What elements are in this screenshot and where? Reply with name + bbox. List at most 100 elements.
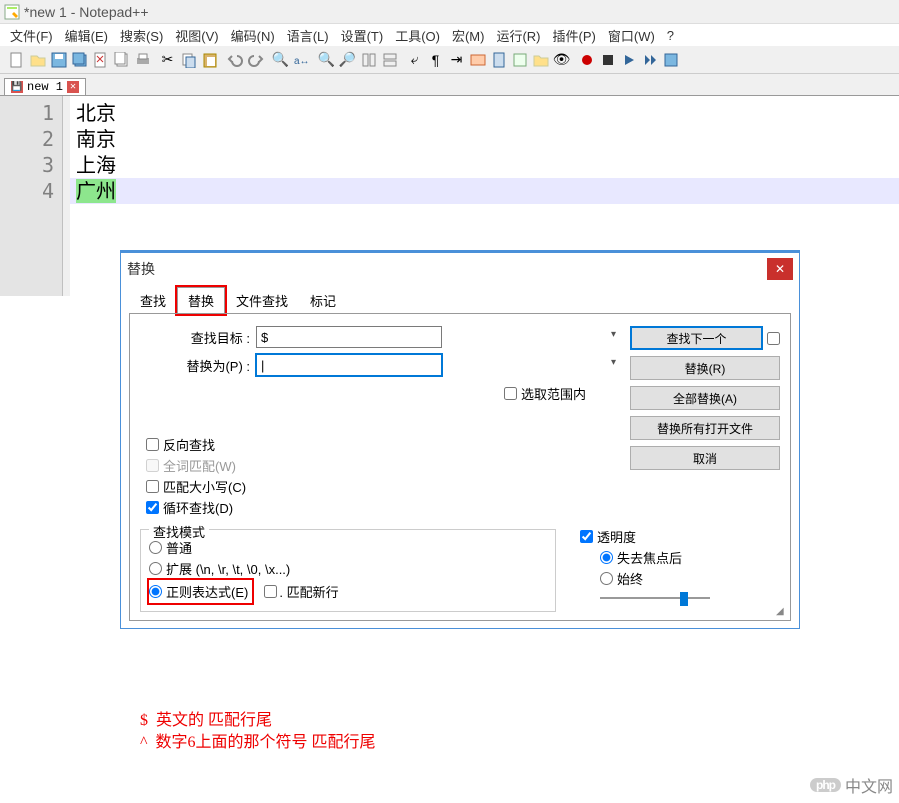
match-case-checkbox[interactable] [146,480,159,493]
transparency-losefocus-radio[interactable] [600,551,613,564]
menu-language[interactable]: 语言(L) [281,24,335,47]
tab-label: new 1 [27,80,63,94]
sync-v-icon[interactable] [358,49,379,70]
slider-thumb[interactable] [680,592,688,606]
wordwrap-icon[interactable]: ⤶ [404,49,425,70]
tab-close-icon[interactable]: ✕ [67,81,79,93]
dialog-close-button[interactable]: ✕ [767,258,793,280]
transparency-losefocus-label: 失去焦点后 [617,548,682,567]
menu-window[interactable]: 窗口(W) [602,24,661,47]
dropdown-arrow-icon[interactable]: ▾ [611,329,616,340]
line-number-gutter: 1 2 3 4 [0,96,62,296]
replace-icon[interactable]: a↔b [291,49,312,70]
whole-word-checkbox [146,459,159,472]
lang-icon[interactable] [467,49,488,70]
menu-encoding[interactable]: 编码(N) [225,24,281,47]
undo-icon[interactable] [224,49,245,70]
record-icon[interactable] [576,49,597,70]
line-number: 1 [0,100,54,126]
watermark-logo: php [810,778,841,792]
dialog-title-bar[interactable]: 替换 ✕ [121,251,799,285]
fold-margin [62,96,70,296]
dropdown-arrow-icon[interactable]: ▾ [611,357,616,368]
search-mode-regex-label: 正则表达式(E) [166,582,248,601]
transparency-slider[interactable] [600,590,710,606]
transparency-always-label: 始终 [617,569,643,588]
search-mode-normal-radio[interactable] [149,541,162,554]
save-icon[interactable] [48,49,69,70]
find-icon[interactable]: 🔍 [270,49,291,70]
cut-icon[interactable]: ✂ [157,49,178,70]
close-all-icon[interactable] [111,49,132,70]
editor-line: 北京 [76,100,899,126]
paste-icon[interactable] [199,49,220,70]
sync-h-icon[interactable] [379,49,400,70]
menu-plugins[interactable]: 插件(P) [547,24,602,47]
menu-tools[interactable]: 工具(O) [389,24,446,47]
annotation-desc: 数字6上面的那个符号 匹配行尾 [156,734,376,751]
menu-macro[interactable]: 宏(M) [446,24,491,47]
search-mode-extended-radio[interactable] [149,562,162,575]
copy-icon[interactable] [178,49,199,70]
print-icon[interactable] [132,49,153,70]
replace-with-input[interactable] [256,354,442,376]
new-file-icon[interactable] [6,49,27,70]
replace-all-open-button[interactable]: 替换所有打开文件 [630,416,780,440]
save-macro-icon[interactable] [660,49,681,70]
close-icon[interactable] [90,49,111,70]
annotation-symbol: ^ [140,734,148,751]
backward-checkbox[interactable] [146,438,159,451]
folder-view-icon[interactable] [530,49,551,70]
replace-with-label: 替换为(P) : [140,356,250,375]
resize-grip-icon[interactable]: ◢ [776,606,788,618]
cancel-button[interactable]: 取消 [630,446,780,470]
tab-mark[interactable]: 标记 [299,287,347,314]
save-all-icon[interactable] [69,49,90,70]
tab-replace[interactable]: 替换 [177,287,225,314]
menu-help[interactable]: ? [661,26,680,45]
tab-find[interactable]: 查找 [129,287,177,314]
menu-bar: 文件(F) 编辑(E) 搜索(S) 视图(V) 编码(N) 语言(L) 设置(T… [0,24,899,46]
toolbar: ✂ 🔍 a↔b 🔍 🔎 ⤶ ¶ ⇥ 👁 [0,46,899,74]
replace-dialog: 替换 ✕ 查找 替换 文件查找 标记 查找目标 : ▾ 替换为(P) : [120,250,800,629]
dot-matches-newline-checkbox[interactable] [264,585,277,598]
in-selection-checkbox[interactable] [504,387,517,400]
transparency-label: 透明度 [597,527,636,546]
play-icon[interactable] [618,49,639,70]
menu-file[interactable]: 文件(F) [4,24,59,47]
wrap-around-label: 循环查找(D) [163,498,233,517]
highlighted-text: 广州 [76,179,116,203]
doc-map-icon[interactable] [488,49,509,70]
find-next-pin-checkbox[interactable] [767,332,780,345]
play-multi-icon[interactable] [639,49,660,70]
line-number: 2 [0,126,54,152]
find-next-button[interactable]: 查找下一个 [630,326,763,350]
search-mode-regex-radio[interactable] [149,585,162,598]
search-mode-legend: 查找模式 [149,522,209,541]
backward-label: 反向查找 [163,435,215,454]
tab-find-in-files[interactable]: 文件查找 [225,287,299,314]
menu-edit[interactable]: 编辑(E) [59,24,114,47]
menu-view[interactable]: 视图(V) [169,24,224,47]
zoom-out-icon[interactable]: 🔎 [337,49,358,70]
monitor-icon[interactable]: 👁 [551,49,572,70]
find-what-input[interactable] [256,326,442,348]
menu-search[interactable]: 搜索(S) [114,24,169,47]
transparency-always-radio[interactable] [600,572,613,585]
document-tab[interactable]: 💾 new 1 ✕ [4,78,86,95]
replace-all-button[interactable]: 全部替换(A) [630,386,780,410]
stop-icon[interactable] [597,49,618,70]
annotation-text: $ 英文的 匹配行尾 ^ 数字6上面的那个符号 匹配行尾 [140,710,376,754]
indent-guide-icon[interactable]: ⇥ [446,49,467,70]
show-all-icon[interactable]: ¶ [425,49,446,70]
zoom-in-icon[interactable]: 🔍 [316,49,337,70]
transparency-checkbox[interactable] [580,530,593,543]
open-file-icon[interactable] [27,49,48,70]
func-list-icon[interactable] [509,49,530,70]
menu-run[interactable]: 运行(R) [490,24,546,47]
menu-settings[interactable]: 设置(T) [335,24,390,47]
replace-button[interactable]: 替换(R) [630,356,780,380]
wrap-around-checkbox[interactable] [146,501,159,514]
editor-line: 上海 [76,152,899,178]
redo-icon[interactable] [245,49,266,70]
